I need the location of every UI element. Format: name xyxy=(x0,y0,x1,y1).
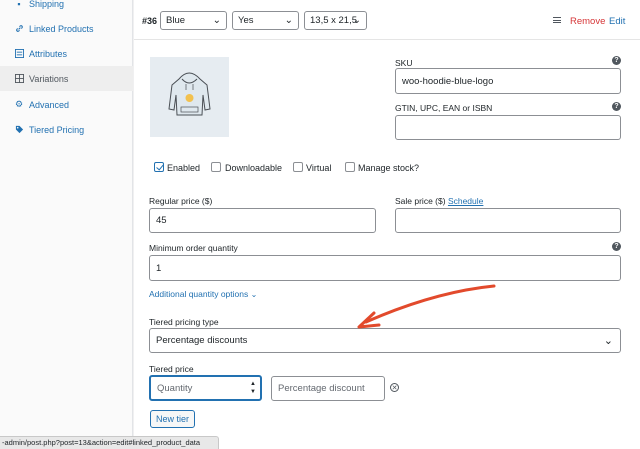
grid-icon xyxy=(14,74,24,84)
link-icon xyxy=(14,24,24,34)
tab-advanced[interactable]: ⚙ Advanced xyxy=(0,92,133,117)
product-data-tabs: ▪ Shipping Linked Products Attributes Va… xyxy=(0,0,133,449)
tab-attributes[interactable]: Attributes xyxy=(0,41,133,66)
tab-shipping[interactable]: ▪ Shipping xyxy=(0,0,133,16)
tab-label: Variations xyxy=(29,73,69,84)
truck-icon: ▪ xyxy=(17,0,21,9)
tag-icon xyxy=(14,125,24,135)
list-icon xyxy=(14,49,24,59)
tab-label: Linked Products xyxy=(29,23,94,34)
tab-label: Shipping xyxy=(29,0,65,9)
tab-label: Tiered Pricing xyxy=(29,124,85,135)
tab-variations[interactable]: Variations xyxy=(0,66,133,91)
browser-status-bar: -admin/post.php?post=13&action=edit#link… xyxy=(0,436,219,449)
annotation-arrow xyxy=(357,284,496,329)
gear-icon: ⚙ xyxy=(14,99,24,109)
tab-label: Attributes xyxy=(29,48,68,59)
tab-tiered-pricing[interactable]: Tiered Pricing xyxy=(0,117,133,142)
variation-panel: #36 Blue ⌄ Yes ⌄ 13,5 x 21,5 ⌄ Remove Ed… xyxy=(134,0,640,449)
tab-linked-products[interactable]: Linked Products xyxy=(0,16,133,41)
tab-label: Advanced xyxy=(29,99,70,110)
